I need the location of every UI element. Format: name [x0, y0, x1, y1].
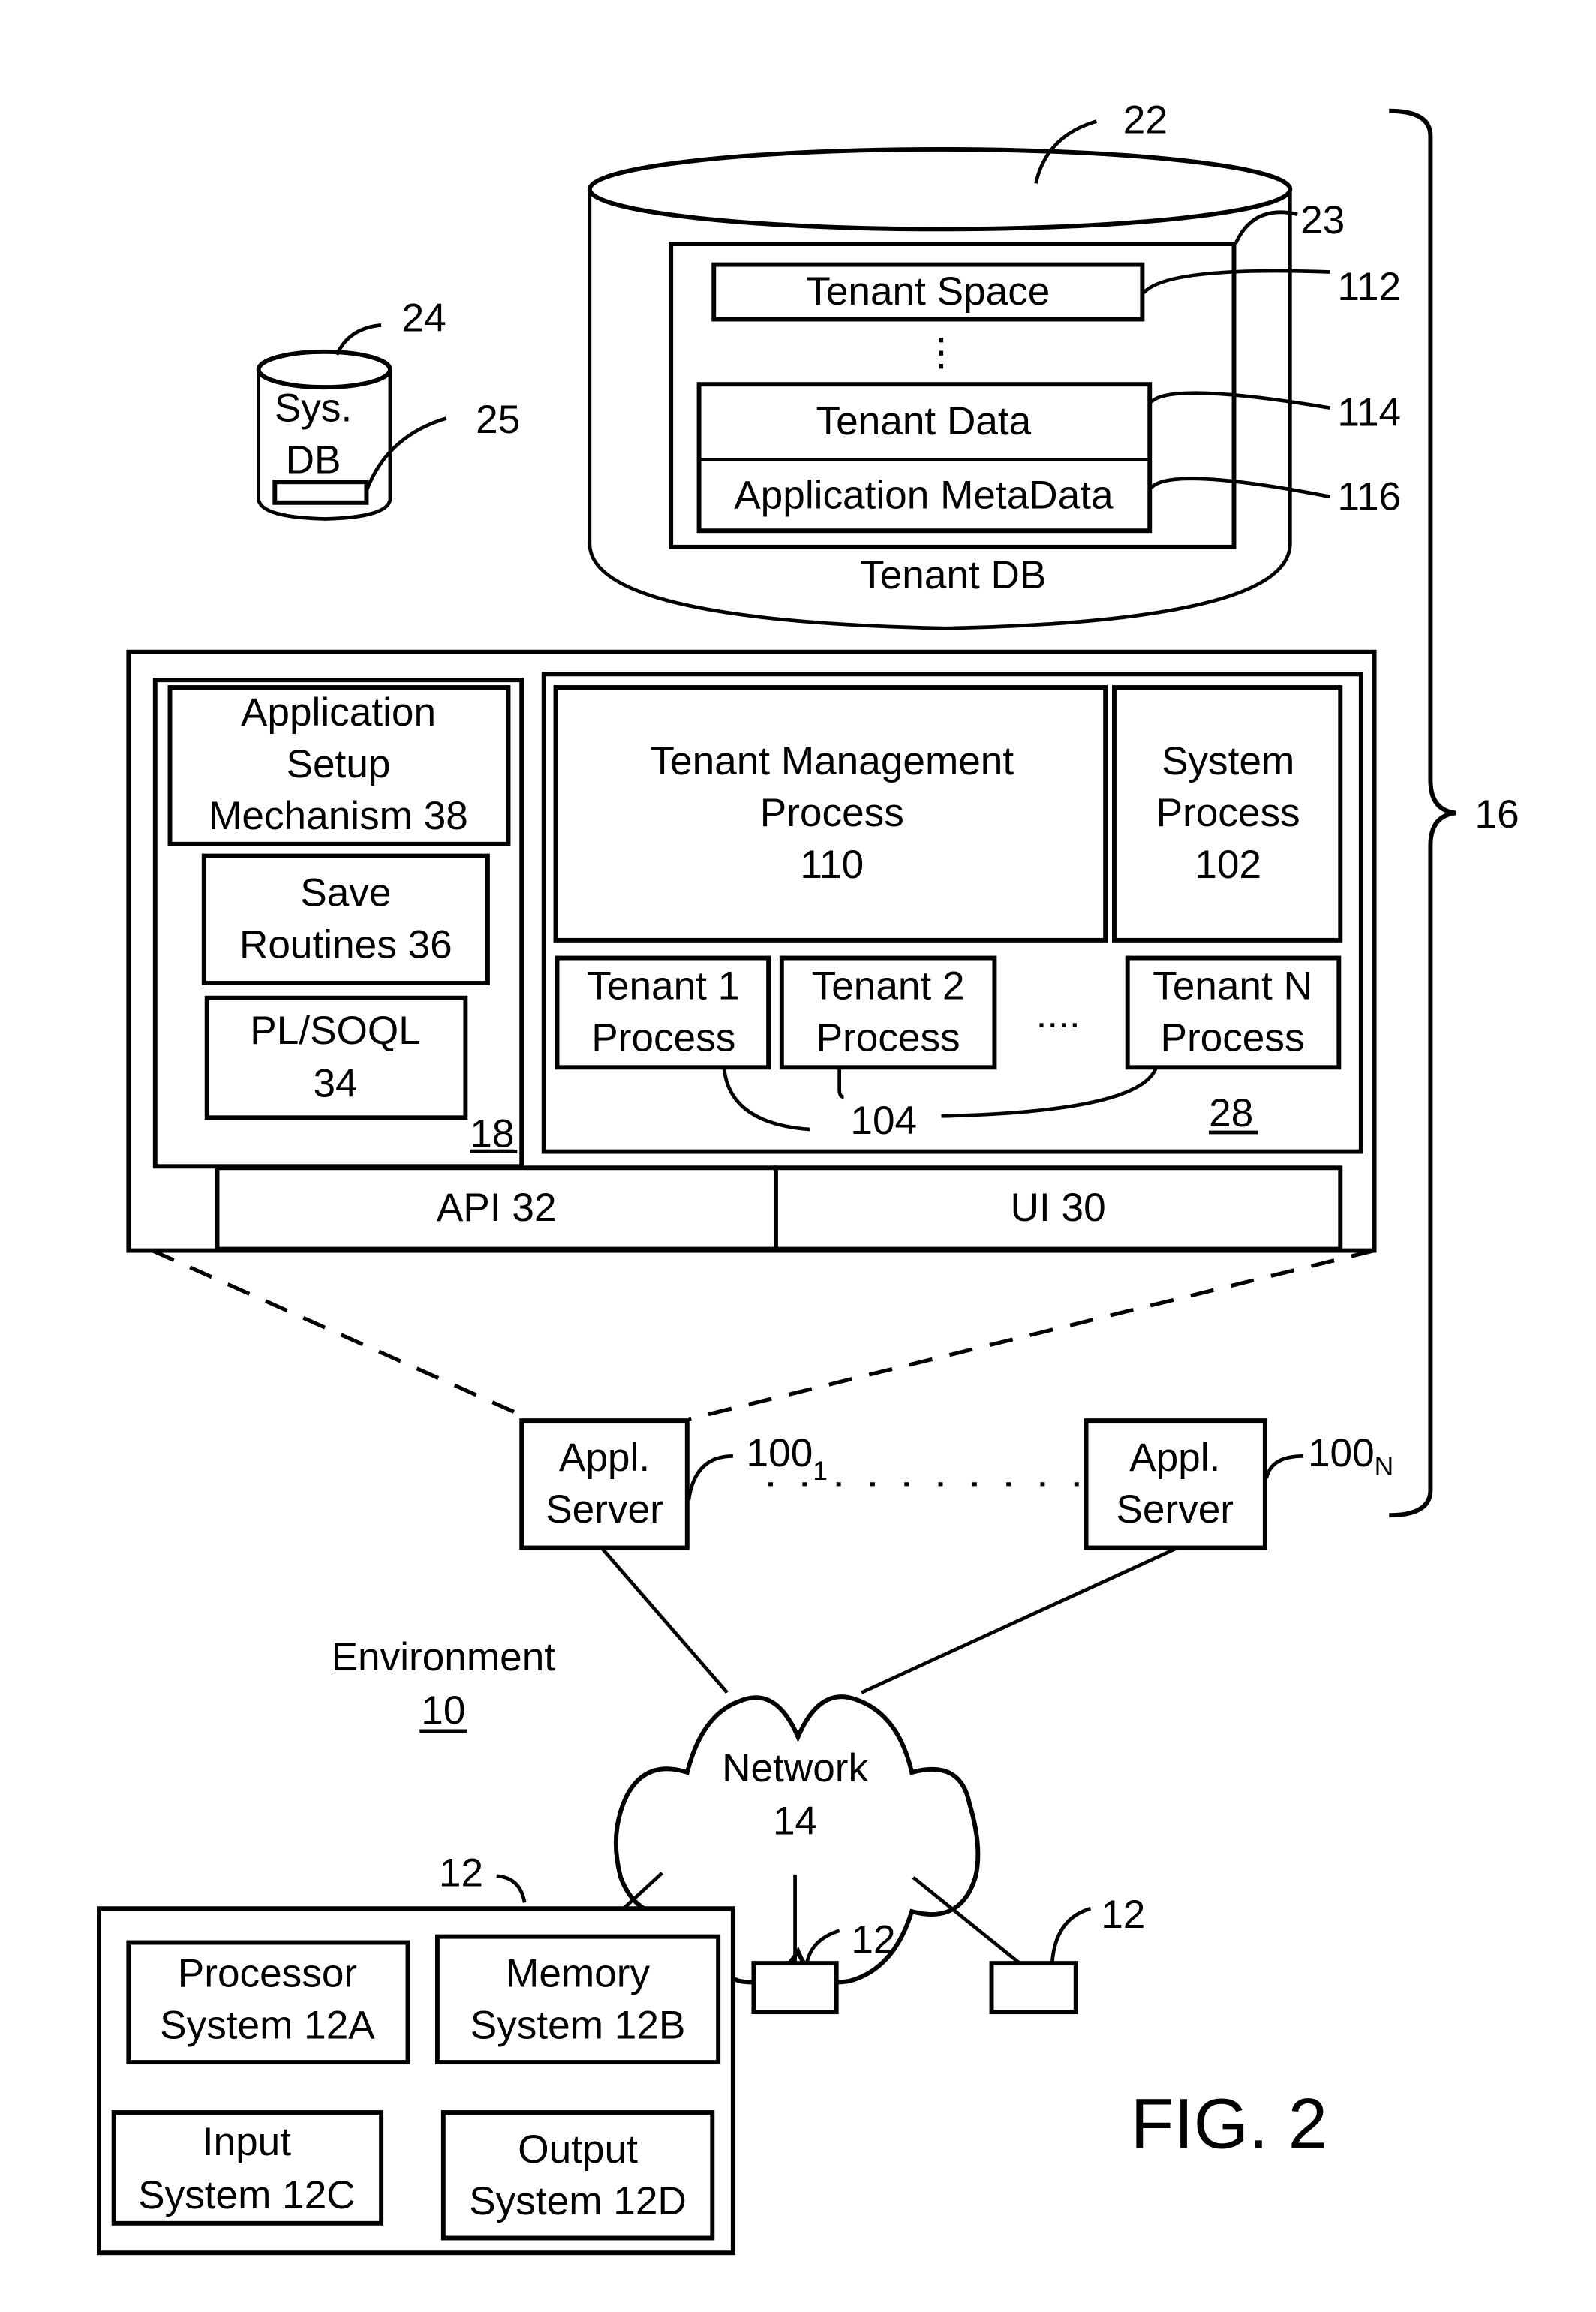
ref-100-1-base: 100	[747, 1431, 813, 1475]
processor-line2: System 12A	[160, 2004, 375, 2048]
output-line2: System 12D	[469, 2179, 687, 2223]
api-label: API 32	[437, 1186, 557, 1230]
sys-db-cylinder-top	[256, 349, 392, 390]
zoom-line-right	[688, 1249, 1375, 1421]
link-servern-network	[861, 1546, 1179, 1694]
ref-112: 112	[1337, 265, 1401, 309]
network-line1: Network	[722, 1746, 868, 1790]
tenant-db-cylinder-top	[587, 147, 1293, 232]
ref-16: 16	[1475, 792, 1519, 837]
leader-100-n	[1264, 1454, 1304, 1479]
ref-100-n-base: 100	[1308, 1431, 1375, 1475]
system-process-line3: 102	[1195, 843, 1261, 887]
ui-label: UI 30	[1011, 1186, 1106, 1230]
ref-12-client-3: 12	[1101, 1893, 1145, 1937]
app-server-1: Appl. Server 1001	[519, 1418, 828, 1550]
fig2-diagram: 22 23 Tenant Space 112 ⋮ Tenant Data App…	[96, 98, 1519, 2256]
client-2-box	[751, 1961, 839, 2015]
app-server-n-line2: Server	[1116, 1487, 1234, 1532]
sys-db-storage-box	[272, 480, 369, 505]
ref-28: 28	[1209, 1091, 1253, 1135]
client-3-box	[989, 1961, 1078, 2015]
ref-12-user-system: 12	[439, 1851, 483, 1896]
sys-db-label-line2: DB	[286, 437, 341, 482]
curly-brace	[1389, 108, 1456, 1518]
tenant-db: 22 23 Tenant Space 112 ⋮ Tenant Data App…	[587, 98, 1401, 630]
link-server1-network	[600, 1546, 729, 1694]
app-setup-line3: Mechanism 38	[209, 794, 468, 838]
system-process-line2: Process	[1156, 791, 1300, 835]
output-line1: Output	[518, 2127, 638, 2172]
ref-12-client-2: 12	[851, 1917, 895, 1962]
ref-116: 116	[1337, 475, 1401, 519]
app-metadata-label: Application MetaData	[734, 474, 1114, 518]
memory-line2: System 12B	[470, 2004, 686, 2048]
save-routines-line1: Save	[300, 871, 391, 915]
input-line2: System 12C	[138, 2173, 356, 2217]
tenant-1-line1: Tenant 1	[587, 964, 740, 1009]
plsoql-line1: PL/SOQL	[250, 1009, 421, 1053]
tenant-mgmt-line2: Process	[760, 791, 904, 835]
ref-100-n: 100N	[1308, 1431, 1393, 1481]
ref-100-n-sub: N	[1375, 1451, 1394, 1481]
ref-100-1: 1001	[747, 1431, 828, 1486]
ref-23: 23	[1300, 198, 1345, 242]
network-line2: 14	[773, 1799, 817, 1844]
figure-caption: FIG. 2	[1131, 2084, 1328, 2163]
tenant-db-label: Tenant DB	[860, 553, 1046, 597]
leader-12-user-system	[496, 1874, 527, 1903]
leader-23	[1234, 210, 1298, 245]
user-system-12: 12 Processor System 12A Memory System 12…	[96, 1851, 735, 2256]
tenant-n-line2: Process	[1160, 1016, 1304, 1060]
ref-25: 25	[476, 398, 520, 442]
ref-104: 104	[850, 1099, 917, 1143]
app-server-detail: 18 Application Setup Mechanism 38 Save R…	[126, 649, 1377, 1253]
tenant-data-label: Tenant Data	[816, 399, 1032, 443]
tenant-space-ellipsis: ⋮	[922, 331, 960, 374]
ref-18: 18	[470, 1112, 514, 1156]
app-server-1-line1: Appl.	[559, 1436, 650, 1480]
leader-100-1	[687, 1454, 733, 1501]
sys-db-label-line1: Sys.	[275, 386, 352, 430]
ref-24: 24	[402, 296, 446, 340]
save-routines-line2: Routines 36	[239, 923, 452, 967]
tenant-process-ellipsis: ....	[1036, 992, 1081, 1036]
zoom-line-left	[151, 1249, 518, 1415]
tenant-1-line2: Process	[591, 1016, 735, 1060]
tenant-space-label: Tenant Space	[806, 269, 1050, 314]
app-server-n-line1: Appl.	[1129, 1436, 1220, 1480]
memory-line1: Memory	[506, 1952, 650, 1996]
ref-100-1-sub: 1	[813, 1456, 828, 1486]
tenant-2-line1: Tenant 2	[812, 964, 965, 1009]
leader-25	[365, 416, 447, 492]
processor-line1: Processor	[178, 1952, 357, 1996]
plsoql-line2: 34	[313, 1062, 357, 1106]
system-16-bracket: 16	[1389, 108, 1519, 1518]
system-process-line1: System	[1162, 739, 1294, 783]
ref-22: 22	[1123, 98, 1168, 142]
environment-ref: 10	[421, 1688, 465, 1733]
tenant-2-line2: Process	[816, 1016, 960, 1060]
app-server-1-line2: Server	[546, 1487, 663, 1532]
ref-114: 114	[1337, 390, 1401, 434]
environment-label: Environment	[332, 1635, 556, 1679]
input-line1: Input	[203, 2120, 291, 2164]
app-setup-line2: Setup	[287, 742, 391, 786]
tenant-mgmt-line3: 110	[800, 843, 864, 887]
app-setup-line1: Application	[241, 690, 436, 735]
sys-db: 24 Sys. DB 25	[256, 296, 520, 521]
tenant-mgmt-line1: Tenant Management	[650, 739, 1014, 783]
leader-12-client-3	[1050, 1906, 1092, 1964]
tenant-n-line1: Tenant N	[1153, 964, 1312, 1009]
app-server-n: Appl. Server 100N	[1084, 1418, 1393, 1550]
